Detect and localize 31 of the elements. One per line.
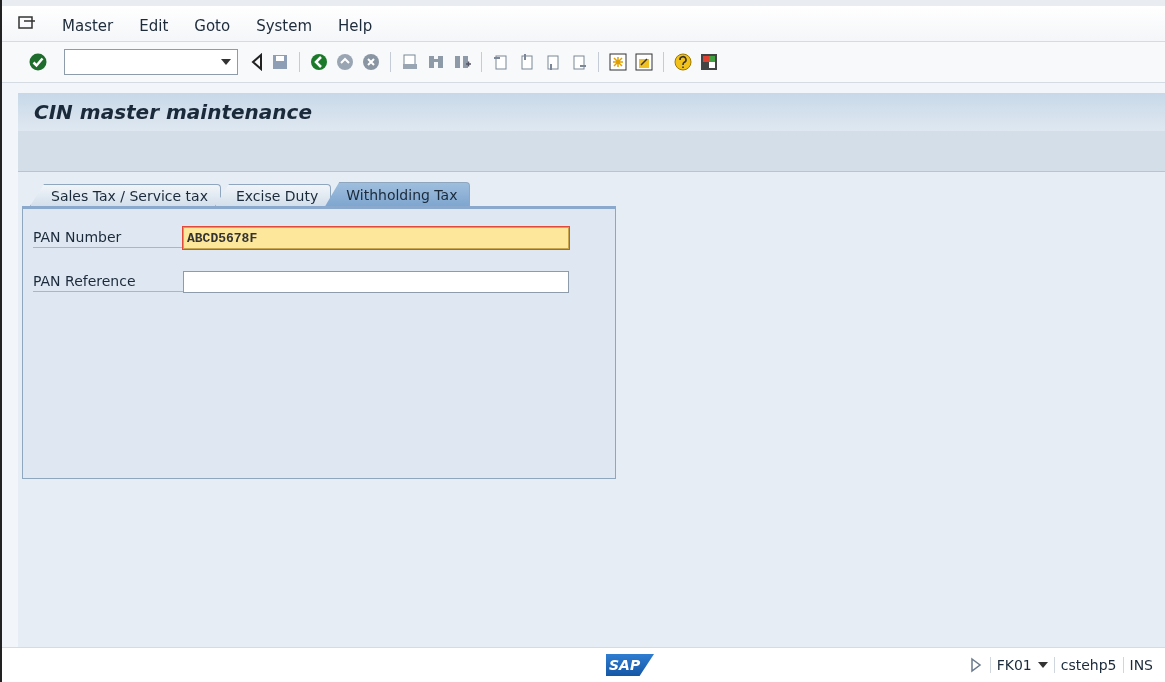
triangle-right-icon[interactable] — [969, 657, 982, 673]
input-field[interactable]: ABCD5678F — [183, 227, 569, 249]
dropdown-caret-icon[interactable] — [220, 58, 232, 66]
logo: SAP — [606, 654, 654, 676]
tab[interactable]: Sales Tax / Service tax — [30, 184, 221, 206]
menu-item[interactable]: Edit — [139, 17, 169, 37]
save-icon[interactable] — [270, 52, 290, 72]
dropdown-caret-icon[interactable] — [1037, 662, 1048, 668]
screen-title: CIN master maintenance — [34, 100, 312, 124]
tab[interactable]: Withholding Tax — [325, 182, 471, 206]
help-icon[interactable] — [673, 52, 693, 72]
transaction-code[interactable]: FK01 — [989, 657, 1054, 673]
layout-icon[interactable] — [699, 52, 719, 72]
shortcut-icon[interactable] — [634, 52, 654, 72]
cancel-icon[interactable] — [361, 52, 381, 72]
tab[interactable]: Excise Duty — [215, 184, 332, 206]
server-name: cstehp5 — [1053, 657, 1123, 673]
command-field[interactable] — [64, 49, 238, 75]
menu-item[interactable]: Master — [62, 17, 114, 37]
up-icon[interactable] — [335, 52, 355, 72]
enter-icon[interactable] — [28, 52, 48, 72]
back-icon[interactable] — [309, 52, 329, 72]
input-field[interactable] — [183, 271, 569, 293]
menu-icon[interactable] — [18, 15, 36, 31]
menu-item[interactable]: Help — [338, 17, 373, 37]
triangle-left-icon[interactable] — [250, 53, 264, 71]
menu-item[interactable]: Goto — [194, 17, 231, 37]
input-mode: INS — [1122, 657, 1159, 673]
menu-item[interactable]: System — [256, 17, 313, 37]
printer-icon[interactable] — [400, 52, 420, 72]
new-window-icon[interactable] — [608, 52, 628, 72]
